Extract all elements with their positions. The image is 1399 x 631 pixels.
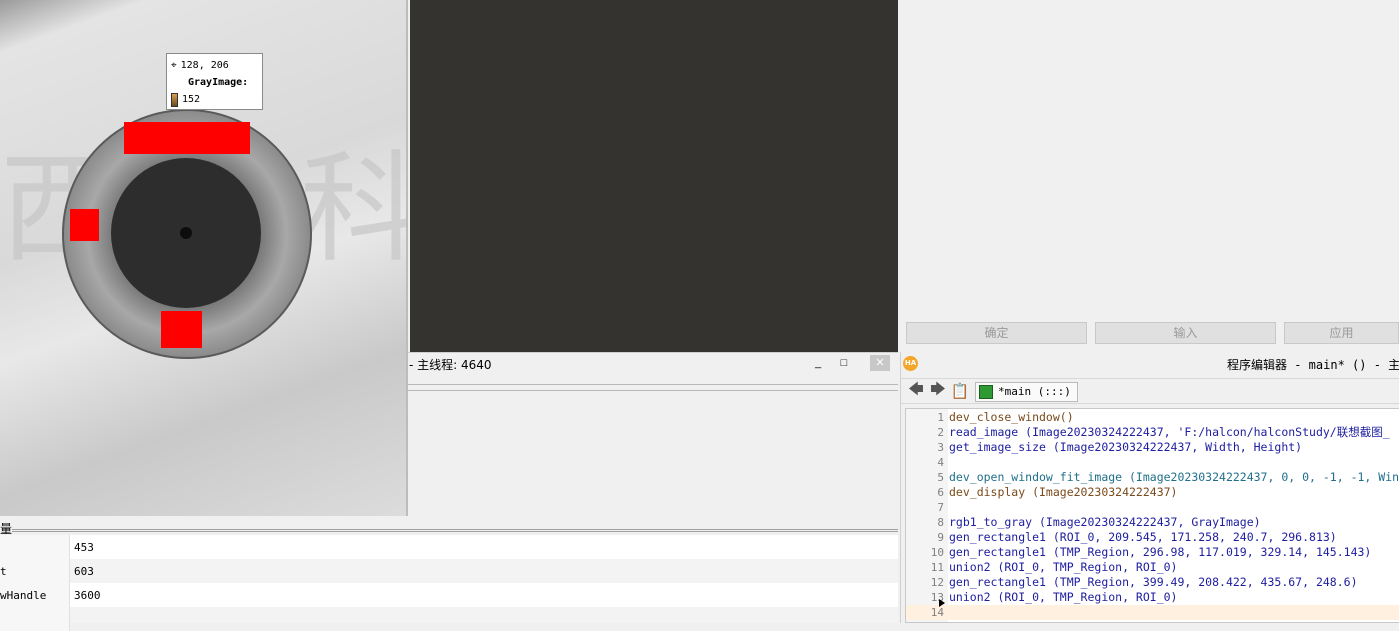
variable-value: 603 — [74, 564, 94, 578]
thread-window-body — [408, 391, 898, 516]
code-line[interactable]: 6 dev_display (Image20230324222437) — [906, 485, 1399, 500]
line-number: 11 — [930, 561, 944, 574]
program-editor-title: 程序编辑器 - main* () - 主线程 — [1227, 358, 1399, 372]
code-line[interactable]: 8 rgb1_to_gray (Image20230324222437, Gray… — [906, 515, 1399, 530]
variable-window-header: 量 — [0, 520, 898, 536]
center-hole — [180, 227, 192, 239]
enter-button[interactable]: 输入 — [1095, 322, 1276, 344]
code-line[interactable]: 9 gen_rectangle1 (ROI_0, 209.545, 171.258… — [906, 530, 1399, 545]
forward-arrow-icon[interactable]: 🡆 — [929, 381, 947, 400]
roi-rectangle-left[interactable] — [70, 209, 99, 241]
procedure-icon — [979, 385, 993, 399]
variable-row[interactable]: 453 — [0, 535, 898, 559]
code-text: union2 (ROI_0, TMP_Region, ROI_0) — [949, 560, 1178, 574]
code-text: gen_rectangle1 (TMP_Region, 399.49, 208.… — [949, 575, 1358, 589]
editor-toolbar: 🡄 🡆 📋 *main (:::) — [901, 378, 1399, 404]
crosshair-icon: ⌖ — [171, 60, 177, 71]
variable-value: 453 — [74, 540, 94, 554]
operator-window: 确定 输入 应用 — [900, 0, 1399, 352]
code-line[interactable]: 3 get_image_size (Image20230324222437, Wi… — [906, 440, 1399, 455]
tooltip-image-name: GrayImage: — [188, 77, 249, 88]
image-graphics-window[interactable]: 西 科 ⌖ 128, 206 GrayImage: 152 — [0, 0, 408, 516]
code-text: read_image (Image20230324222437, 'F:/hal… — [949, 425, 1390, 439]
line-number: 12 — [930, 576, 944, 589]
line-number: 8 — [937, 516, 944, 529]
thread-window: - 主线程: 4640 _ □ ✕ — [408, 352, 898, 517]
line-number: 10 — [930, 546, 944, 559]
code-line[interactable]: 14 — [906, 605, 1399, 620]
roi-rectangle-bottom[interactable] — [161, 311, 202, 348]
code-text: dev_display (Image20230324222437) — [949, 485, 1178, 499]
line-number: 14 — [930, 606, 944, 619]
code-line[interactable]: 12 gen_rectangle1 (TMP_Region, 399.49, 20… — [906, 575, 1399, 590]
code-text: get_image_size (Image20230324222437, Wid… — [949, 440, 1303, 454]
thread-window-title: - 主线程: 4640 — [409, 357, 492, 372]
graphics-window-canvas[interactable] — [410, 0, 898, 352]
code-line[interactable]: 2 read_image (Image20230324222437, 'F:/ha… — [906, 425, 1399, 440]
line-number: 9 — [937, 531, 944, 544]
variable-row[interactable]: t 603 — [0, 559, 898, 583]
svg-text:科: 科 — [300, 140, 408, 279]
variable-value: 3600 — [74, 588, 101, 602]
apply-button[interactable]: 应用 — [1284, 322, 1399, 344]
line-number: 5 — [937, 471, 944, 484]
close-button[interactable]: ✕ — [870, 355, 890, 371]
maximize-button[interactable]: □ — [834, 355, 854, 371]
clipboard-icon[interactable]: 📋 — [951, 382, 970, 400]
code-text: dev_close_window() — [949, 410, 1074, 424]
variable-window-title: 量 — [0, 522, 13, 536]
code-line[interactable]: 5 dev_open_window_fit_image (Image2023032… — [906, 470, 1399, 485]
code-line[interactable]: 4 — [906, 455, 1399, 470]
line-number: 4 — [937, 456, 944, 469]
code-line[interactable]: 11 union2 (ROI_0, TMP_Region, ROI_0) — [906, 560, 1399, 575]
variable-row[interactable]: wHandle 3600 — [0, 583, 898, 607]
code-text: dev_open_window_fit_image (Image20230324… — [949, 470, 1399, 484]
variable-name: wHandle — [0, 588, 47, 602]
code-line[interactable]: 7 — [906, 500, 1399, 515]
minimize-button[interactable]: _ — [808, 355, 828, 371]
code-text: gen_rectangle1 (ROI_0, 209.545, 171.258,… — [949, 530, 1337, 544]
roi-rectangle-top[interactable] — [124, 122, 250, 154]
procedure-tab-label: *main (:::) — [998, 385, 1071, 398]
line-number: 2 — [937, 426, 944, 439]
divider — [408, 384, 898, 385]
code-line[interactable]: 10 gen_rectangle1 (TMP_Region, 296.98, 11… — [906, 545, 1399, 560]
tooltip-gray-value: 152 — [182, 94, 201, 105]
program-editor-titlebar[interactable]: HA 程序编辑器 - main* () - 主线程 — [901, 352, 1399, 376]
gray-swatch-icon — [171, 92, 178, 107]
ok-button[interactable]: 确定 — [906, 322, 1087, 344]
program-counter-icon — [939, 599, 945, 607]
line-number: 6 — [937, 486, 944, 499]
code-text: union2 (ROI_0, TMP_Region, ROI_0) — [949, 590, 1178, 604]
variable-window: 量 453 t 603 wHandle 3600 — [0, 516, 898, 631]
pixel-info-tooltip: ⌖ 128, 206 GrayImage: 152 — [166, 53, 263, 110]
variable-name: t — [0, 564, 7, 578]
halcon-logo-icon: HA — [903, 356, 918, 371]
program-editor: HA 程序编辑器 - main* () - 主线程 🡄 🡆 📋 *main (:… — [900, 352, 1399, 623]
tooltip-coords: 128, 206 — [180, 60, 229, 71]
back-arrow-icon[interactable]: 🡄 — [907, 381, 925, 400]
code-text: gen_rectangle1 (TMP_Region, 296.98, 117.… — [949, 545, 1372, 559]
code-text: rgb1_to_gray (Image20230324222437, GrayI… — [949, 515, 1261, 529]
line-number: 7 — [937, 501, 944, 514]
variable-row[interactable] — [0, 607, 898, 631]
code-line[interactable]: 1 dev_close_window() — [906, 410, 1399, 425]
code-line[interactable]: 13 union2 (ROI_0, TMP_Region, ROI_0) — [906, 590, 1399, 605]
line-number: 1 — [937, 411, 944, 424]
line-number: 3 — [937, 441, 944, 454]
code-area[interactable]: 1 dev_close_window() 2 read_image (Image202… — [905, 408, 1399, 623]
procedure-tab-main[interactable]: *main (:::) — [975, 382, 1078, 402]
